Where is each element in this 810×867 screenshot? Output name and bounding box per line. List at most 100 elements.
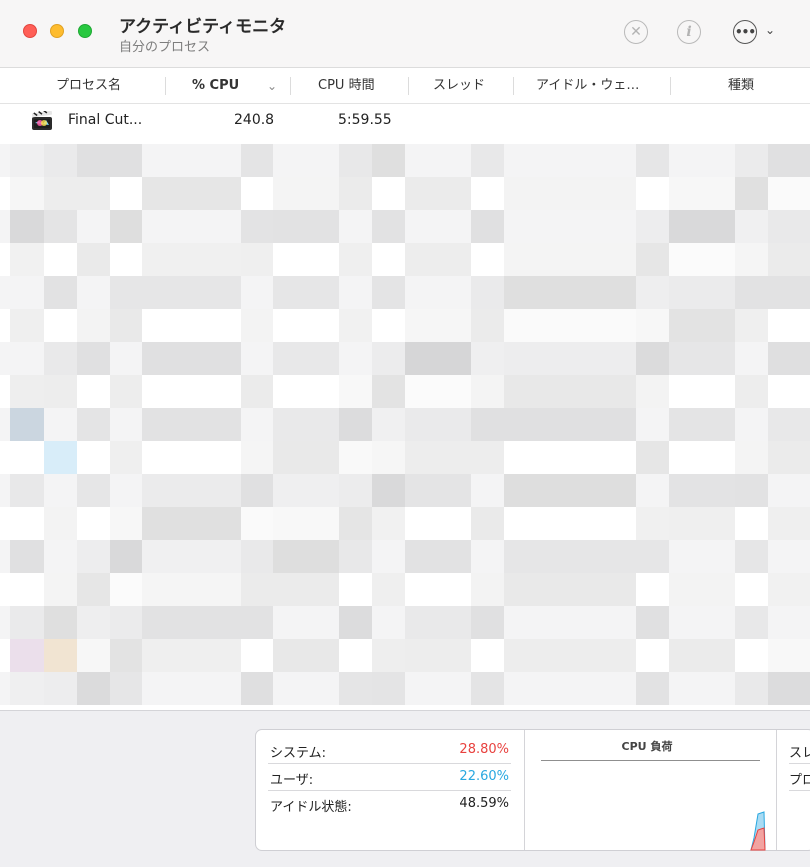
redacted-cell bbox=[504, 342, 636, 375]
column-divider[interactable] bbox=[290, 77, 291, 95]
redacted-cell bbox=[669, 243, 735, 276]
table-row[interactable] bbox=[0, 507, 810, 540]
redacted-cell bbox=[273, 507, 339, 540]
redacted-cell bbox=[10, 474, 44, 507]
redacted-cell bbox=[339, 309, 372, 342]
redacted-cell bbox=[372, 276, 405, 309]
stat-idle: アイドル状態: 48.59% bbox=[268, 791, 511, 817]
redacted-cell bbox=[110, 606, 142, 639]
redacted-cell bbox=[77, 177, 110, 210]
column-divider[interactable] bbox=[670, 77, 671, 95]
cpu-summary-panel: システム: 28.80% ユーザ: 22.60% アイドル状態: 48.59% … bbox=[0, 710, 810, 867]
minimize-window-button[interactable] bbox=[50, 24, 64, 38]
redacted-cell bbox=[110, 210, 142, 243]
redacted-cell bbox=[273, 540, 339, 573]
table-row[interactable] bbox=[0, 408, 810, 441]
table-row[interactable] bbox=[0, 309, 810, 342]
redacted-cell bbox=[241, 672, 273, 705]
redacted-cell bbox=[372, 639, 405, 672]
redacted-cell bbox=[77, 243, 110, 276]
redacted-cell bbox=[142, 342, 241, 375]
redacted-cell bbox=[504, 309, 636, 342]
column-idle-wake[interactable]: アイドル・ウェ… bbox=[536, 68, 639, 104]
redacted-cell bbox=[636, 342, 669, 375]
x-circle-icon[interactable]: ✕ bbox=[624, 20, 648, 44]
info-circle-icon[interactable]: i bbox=[677, 20, 701, 44]
table-row[interactable]: Final Cut... 240.8 5:59.55 bbox=[0, 104, 810, 137]
redacted-cell bbox=[142, 276, 241, 309]
redacted-cell bbox=[669, 177, 735, 210]
redacted-cell bbox=[142, 243, 241, 276]
redacted-cell bbox=[142, 507, 241, 540]
zoom-window-button[interactable] bbox=[78, 24, 92, 38]
redacted-cell bbox=[77, 342, 110, 375]
redacted-cell bbox=[339, 177, 372, 210]
table-row[interactable] bbox=[0, 639, 810, 672]
column-process-name[interactable]: プロセス名 bbox=[56, 68, 121, 104]
column-divider[interactable] bbox=[513, 77, 514, 95]
redacted-cell bbox=[471, 606, 504, 639]
table-row[interactable] bbox=[0, 573, 810, 606]
table-row[interactable] bbox=[0, 144, 810, 177]
redacted-cell bbox=[241, 309, 273, 342]
table-row[interactable] bbox=[0, 243, 810, 276]
stat-idle-label: アイドル状態: bbox=[270, 800, 352, 815]
redacted-cell bbox=[768, 342, 810, 375]
stats-box: システム: 28.80% ユーザ: 22.60% アイドル状態: 48.59% … bbox=[255, 729, 810, 851]
process-table: Final Cut... 240.8 5:59.55 bbox=[0, 104, 810, 710]
redacted-cell bbox=[10, 606, 44, 639]
redacted-cell bbox=[10, 243, 44, 276]
sort-chevron-icon[interactable]: ⌄ bbox=[267, 68, 277, 104]
column-divider[interactable] bbox=[408, 77, 409, 95]
redacted-cell bbox=[735, 210, 768, 243]
table-row[interactable] bbox=[0, 441, 810, 474]
redacted-cell bbox=[669, 408, 735, 441]
redacted-cell bbox=[405, 474, 471, 507]
redacted-cell bbox=[142, 606, 241, 639]
cpu-load-graph bbox=[750, 811, 766, 851]
redacted-cell bbox=[405, 639, 471, 672]
process-name: Final Cut... bbox=[68, 112, 143, 128]
table-row[interactable] bbox=[0, 540, 810, 573]
table-row[interactable] bbox=[0, 474, 810, 507]
column-cpu-time[interactable]: CPU 時間 bbox=[318, 68, 375, 104]
table-row[interactable] bbox=[0, 210, 810, 243]
redacted-cell bbox=[504, 474, 636, 507]
window-subtitle: 自分のプロセス bbox=[119, 40, 211, 55]
column-kind[interactable]: 種類 bbox=[728, 68, 754, 104]
redacted-cell bbox=[339, 507, 372, 540]
redacted-cell bbox=[735, 177, 768, 210]
table-row[interactable] bbox=[0, 606, 810, 639]
chevron-down-icon[interactable]: ⌄ bbox=[765, 23, 775, 37]
redacted-cell bbox=[10, 144, 44, 177]
table-row[interactable] bbox=[0, 276, 810, 309]
redacted-cell bbox=[142, 474, 241, 507]
redacted-cell bbox=[110, 276, 142, 309]
table-row[interactable] bbox=[0, 177, 810, 210]
column-divider[interactable] bbox=[165, 77, 166, 95]
table-row[interactable] bbox=[0, 672, 810, 705]
column-threads[interactable]: スレッド bbox=[433, 68, 485, 104]
redacted-cell bbox=[768, 408, 810, 441]
redacted-cell bbox=[110, 540, 142, 573]
process-cpu-time: 5:59.55 bbox=[338, 112, 392, 128]
stat-user-label: ユーザ: bbox=[270, 773, 314, 788]
ellipsis-circle-icon[interactable]: ••• bbox=[733, 20, 757, 44]
redacted-cell bbox=[273, 276, 339, 309]
table-row[interactable] bbox=[0, 375, 810, 408]
redacted-cell bbox=[273, 573, 339, 606]
cpu-load-title: CPU 負荷 bbox=[621, 740, 673, 753]
column-cpu-percent[interactable]: % CPU bbox=[192, 68, 239, 104]
redacted-cell bbox=[405, 606, 471, 639]
redacted-cell bbox=[735, 474, 768, 507]
redacted-cell bbox=[504, 243, 636, 276]
redacted-cell bbox=[471, 144, 504, 177]
table-row[interactable] bbox=[0, 342, 810, 375]
close-window-button[interactable] bbox=[23, 24, 37, 38]
redacted-cell bbox=[77, 474, 110, 507]
redacted-cell bbox=[241, 144, 273, 177]
redacted-cell bbox=[669, 507, 735, 540]
redacted-cell bbox=[339, 606, 372, 639]
redacted-cell bbox=[44, 672, 77, 705]
redacted-cell bbox=[110, 672, 142, 705]
